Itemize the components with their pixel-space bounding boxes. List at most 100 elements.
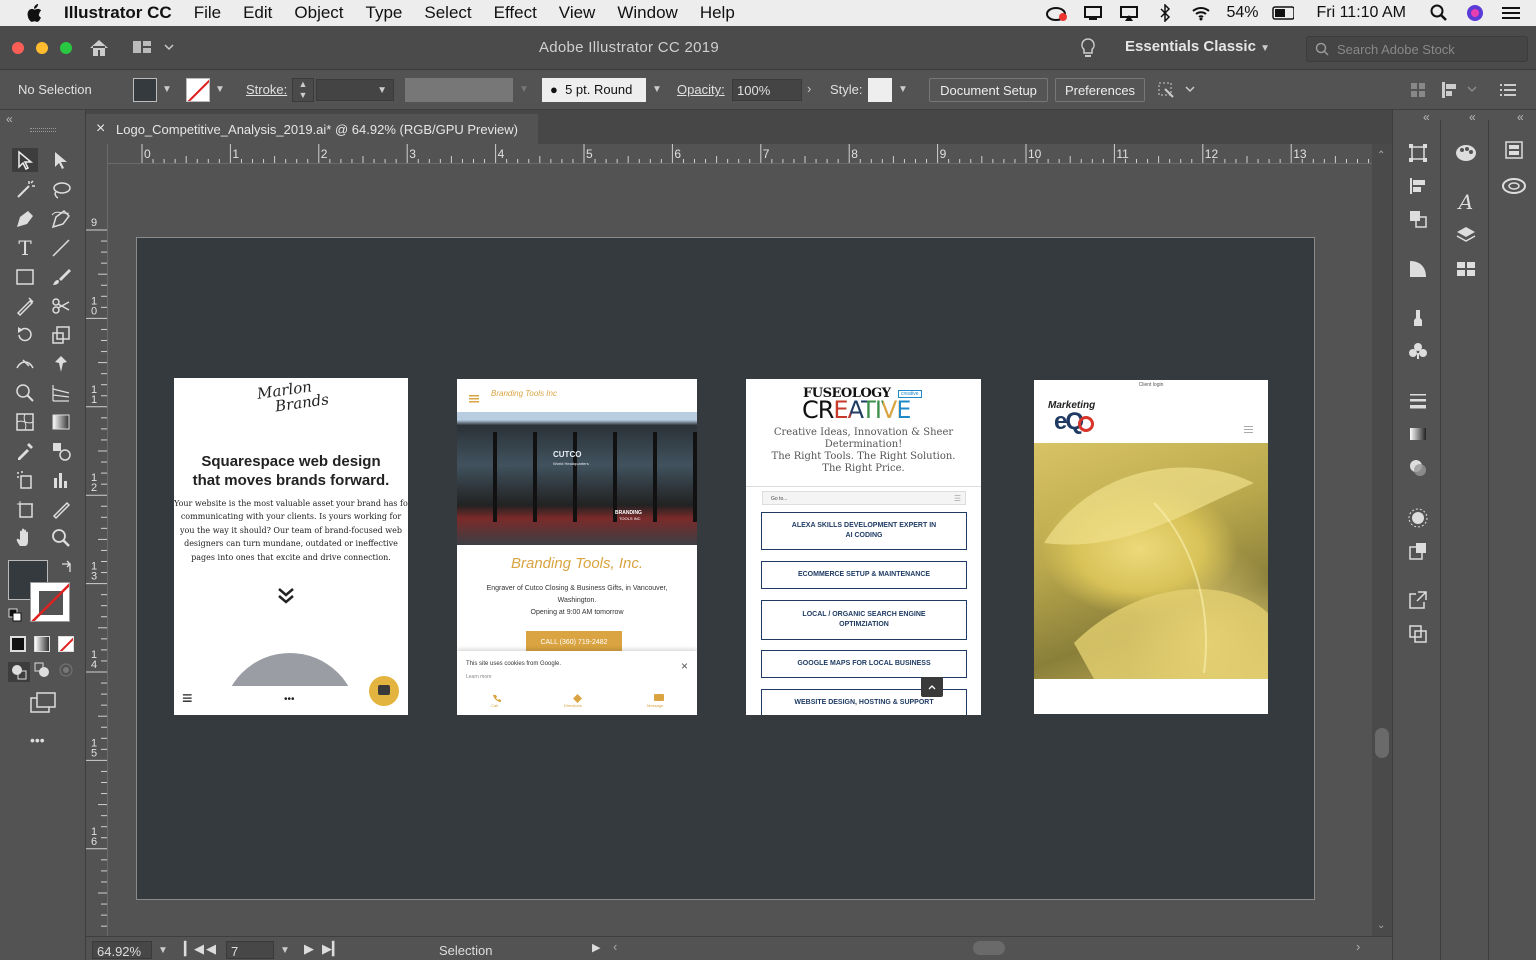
- style-swatch[interactable]: [868, 78, 892, 102]
- gradient-panel-icon[interactable]: [1405, 257, 1431, 281]
- siri-icon[interactable]: [1464, 4, 1486, 22]
- screen-mode-icon[interactable]: [30, 692, 58, 719]
- brushes-panel-icon[interactable]: [1405, 306, 1431, 330]
- pathfinder-panel-icon[interactable]: [1405, 207, 1431, 231]
- screenshot-branding-tools[interactable]: Branding Tools Inc CUTCO World Headquart…: [457, 379, 697, 715]
- hscroll-thumb[interactable]: [973, 941, 1005, 955]
- magic-wand-tool-icon[interactable]: [12, 178, 38, 202]
- menu-select[interactable]: Select: [413, 3, 482, 23]
- menu-edit[interactable]: Edit: [232, 3, 283, 23]
- vertical-scrollbar[interactable]: ⌃ ⌄: [1372, 144, 1392, 936]
- align-panel-icon[interactable]: [1405, 174, 1431, 198]
- swatches-panel-icon[interactable]: [1453, 257, 1479, 281]
- marketing-menu-icon[interactable]: [1244, 420, 1253, 438]
- variable-width-profile[interactable]: [405, 78, 513, 102]
- battery-icon[interactable]: [1272, 4, 1295, 22]
- stroke-weight-stepper[interactable]: ▲ ▼: [292, 78, 314, 102]
- menu-view[interactable]: View: [548, 3, 607, 23]
- fill-dropdown-chevron-icon[interactable]: ▼: [162, 84, 172, 95]
- mesh-tool-icon[interactable]: [12, 410, 38, 434]
- first-artboard-icon[interactable]: ▎◀: [184, 941, 204, 957]
- puppet-warp-tool-icon[interactable]: [48, 352, 74, 376]
- transform-icon[interactable]: [1440, 80, 1480, 103]
- menu-type[interactable]: Type: [355, 3, 414, 23]
- artboard-chevron-icon[interactable]: ▼: [280, 945, 290, 956]
- rotate-tool-icon[interactable]: [12, 323, 38, 347]
- style-chevron-icon[interactable]: ▼: [898, 84, 908, 95]
- opacity-label[interactable]: Opacity:: [677, 82, 725, 97]
- panel-grip[interactable]: [30, 128, 56, 132]
- color-mode-icon[interactable]: [10, 636, 26, 652]
- collapse-dock-icon-1[interactable]: «: [1423, 110, 1430, 124]
- opacity-input[interactable]: 100%: [732, 79, 802, 101]
- gradient-mode-icon[interactable]: [34, 636, 50, 652]
- menu-help[interactable]: Help: [689, 3, 746, 23]
- column-graph-tool-icon[interactable]: [48, 468, 74, 492]
- hamburger-menu-icon[interactable]: ≡: [182, 688, 193, 709]
- width-tool-icon[interactable]: [12, 352, 38, 376]
- client-login-link[interactable]: Client login: [1034, 382, 1268, 388]
- artboards-panel-icon[interactable]: [1405, 622, 1431, 646]
- gradient-tool-icon[interactable]: [48, 410, 74, 434]
- stroke-dropdown-chevron-icon[interactable]: ▼: [215, 84, 225, 95]
- call-button[interactable]: CALL (360) 719-2482: [526, 631, 622, 653]
- selection-tool-icon[interactable]: [12, 148, 38, 172]
- apple-icon[interactable]: [24, 3, 44, 23]
- slice-tool-icon[interactable]: [48, 497, 74, 521]
- chat-bubble-icon[interactable]: [369, 676, 399, 706]
- status-tool-label[interactable]: Selection: [439, 943, 492, 958]
- hand-tool-icon[interactable]: [12, 526, 38, 550]
- workspace-switcher[interactable]: Essentials Classic ▼: [1125, 38, 1270, 55]
- export-panel-icon[interactable]: [1405, 588, 1431, 612]
- eyedropper-tool-icon[interactable]: [12, 439, 38, 463]
- menu-file[interactable]: File: [183, 3, 232, 23]
- none-mode-icon[interactable]: [58, 636, 74, 652]
- document-tab[interactable]: × Logo_Competitive_Analysis_2019.ai* @ 6…: [86, 114, 538, 144]
- stroke-label[interactable]: Stroke:: [246, 82, 287, 97]
- service-button-ecommerce[interactable]: ECOMMERCE SETUP & MAINTENANCE: [761, 561, 967, 589]
- hscroll-right-icon[interactable]: ›: [1356, 939, 1360, 954]
- swap-fill-stroke-icon[interactable]: [60, 560, 74, 579]
- transform-panel-icon[interactable]: [1405, 141, 1431, 165]
- status-menu-icon[interactable]: ▶: [592, 941, 600, 954]
- default-fill-stroke-icon[interactable]: [8, 608, 22, 627]
- screenshot-fuseology[interactable]: FUSEOLOGY creative CREATIVE Creative Ide…: [746, 379, 981, 715]
- cc-libraries-panel-icon[interactable]: [1501, 138, 1527, 162]
- artboard-tool-icon[interactable]: [12, 497, 38, 521]
- document-setup-button[interactable]: Document Setup: [929, 78, 1048, 102]
- paintbrush-tool-icon[interactable]: [48, 265, 74, 289]
- display-icon[interactable]: [1082, 4, 1104, 22]
- type-tool-icon[interactable]: T: [12, 236, 38, 260]
- zoom-chevron-icon[interactable]: ▼: [158, 945, 168, 956]
- artboard-number-input[interactable]: 7: [226, 941, 274, 959]
- scroll-top-button[interactable]: [921, 677, 943, 697]
- rectangle-tool-icon[interactable]: [12, 265, 38, 289]
- service-button-alexa[interactable]: ALEXA SKILLS DEVELOPMENT EXPERT IN AI COD…: [761, 512, 967, 550]
- draw-normal-icon[interactable]: [8, 662, 30, 682]
- last-artboard-icon[interactable]: ▶▎: [322, 941, 342, 957]
- draw-behind-icon[interactable]: [34, 662, 50, 683]
- opacity-arrow-icon[interactable]: ›: [807, 81, 811, 96]
- menu-object[interactable]: Object: [283, 3, 354, 23]
- scroll-up-icon[interactable]: ⌃: [1377, 150, 1385, 161]
- line-segment-tool-icon[interactable]: [48, 236, 74, 260]
- direct-selection-tool-icon[interactable]: [48, 148, 74, 172]
- vertical-ruler[interactable]: 910111213141516: [86, 144, 108, 936]
- spotlight-icon[interactable]: [1428, 4, 1450, 22]
- scroll-thumb[interactable]: [1375, 728, 1389, 758]
- align-icon[interactable]: [1410, 82, 1426, 101]
- creative-cloud-icon[interactable]: [1046, 4, 1068, 22]
- symbols-panel-icon[interactable]: [1405, 339, 1431, 363]
- horizontal-ruler[interactable]: 0 1 2 3 4 5 6 7 8 9 10 11 12 13: [108, 144, 1372, 164]
- service-button-maps[interactable]: GOOGLE MAPS FOR LOCAL BUSINESS: [761, 650, 967, 678]
- lightbulb-icon[interactable]: [1080, 38, 1096, 65]
- stroke-panel-icon[interactable]: [1405, 388, 1431, 412]
- clock[interactable]: Fri 11:10 AM: [1308, 4, 1414, 22]
- scissors-tool-icon[interactable]: [48, 294, 74, 318]
- canvas[interactable]: Marlon Brands Squarespace web design that…: [108, 164, 1372, 936]
- symbol-sprayer-tool-icon[interactable]: [12, 468, 38, 492]
- color-panel-icon[interactable]: [1453, 141, 1479, 165]
- cookie-close-icon[interactable]: ×: [681, 659, 688, 673]
- brush-definition[interactable]: ● 5 pt. Round: [542, 78, 646, 102]
- zoom-input[interactable]: 64.92%: [92, 941, 152, 959]
